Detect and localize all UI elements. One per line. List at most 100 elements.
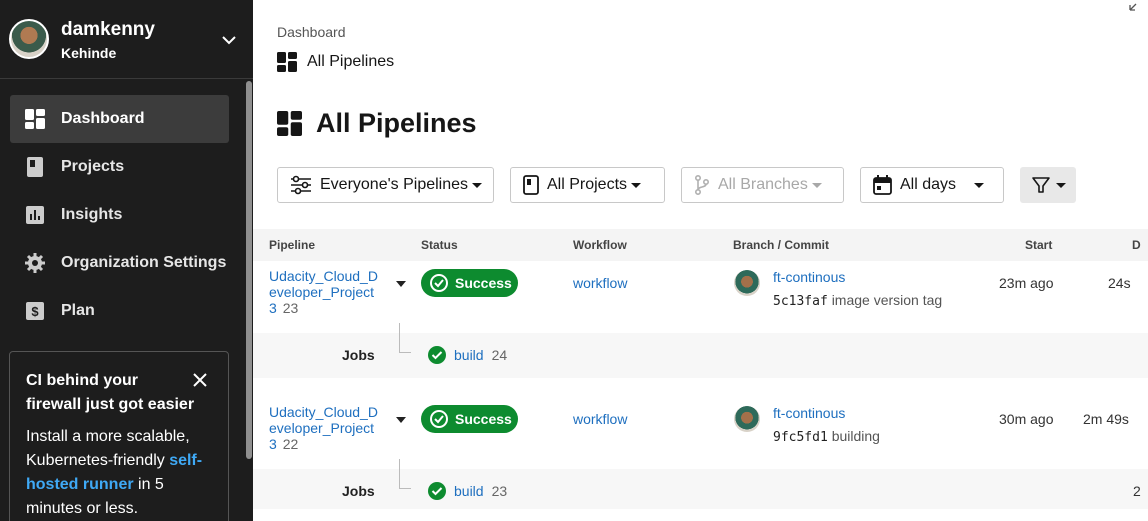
branches-filter[interactable]: All Branches — [681, 167, 844, 203]
status-badge[interactable]: Success — [421, 269, 518, 297]
firewall-promo: CI behind your firewall just got easier … — [9, 351, 229, 521]
pipeline-row-main: Udacity_Cloud_Developer_Project3 22 Succ… — [253, 397, 1148, 469]
projects-filter-label: All Projects — [547, 176, 628, 193]
pipeline-link[interactable]: Udacity_Cloud_Developer_Project3 23 — [269, 268, 379, 316]
commit-info: 9fc5fd1 building — [773, 428, 880, 445]
header-pipeline: Pipeline — [269, 238, 316, 252]
dashboard-icon — [24, 108, 46, 130]
job-item[interactable]: build 24 — [427, 345, 507, 365]
user-switcher[interactable]: damkenny Kehinde — [0, 0, 253, 79]
commit-info: 5c13faf image version tag — [773, 292, 942, 309]
sidebar-item-label: Plan — [61, 302, 95, 319]
org-name: Kehinde — [61, 45, 117, 61]
commit-message: building — [831, 428, 880, 444]
projects-icon — [523, 175, 539, 195]
sidebar-item-label: Dashboard — [61, 110, 145, 127]
header-duration: D — [1132, 238, 1141, 252]
days-filter[interactable]: All days — [860, 167, 1004, 203]
caret-down-icon — [631, 182, 642, 188]
sidebar-item-insights[interactable]: Insights — [10, 191, 229, 239]
job-number: 24 — [491, 347, 508, 363]
header-branch-commit: Branch / Commit — [733, 238, 830, 252]
caret-down-icon — [1055, 182, 1066, 188]
close-icon[interactable] — [192, 372, 208, 388]
chevron-down-icon[interactable] — [219, 30, 239, 50]
breadcrumb-root[interactable]: Dashboard — [277, 24, 346, 40]
header-workflow: Workflow — [573, 238, 627, 252]
status-badge[interactable]: Success — [421, 405, 518, 433]
check-circle-icon — [430, 410, 448, 428]
header-start: Start — [1025, 238, 1053, 252]
promo-text: Install a more scalable, Kubernetes-frie… — [26, 428, 190, 469]
workflow-link[interactable]: workflow — [573, 275, 627, 291]
pipeline-number: 22 — [282, 436, 299, 452]
caret-down-icon — [472, 182, 483, 188]
header-status: Status — [421, 238, 458, 252]
jobs-row: Jobs build 23 2 — [253, 459, 1148, 509]
sidebar: damkenny Kehinde Dashboard Projects Insi… — [0, 0, 253, 521]
duration: 2m 49s — [1083, 411, 1129, 427]
commit-message: image version tag — [831, 292, 943, 308]
branches-filter-label: All Branches — [718, 176, 808, 193]
duration: 24s — [1108, 275, 1131, 291]
tree-connector — [399, 459, 411, 489]
advanced-filter-button[interactable] — [1020, 167, 1076, 203]
main-content: Dashboard All Pipelines All Pipelines Ev… — [253, 0, 1148, 521]
projects-icon — [24, 156, 46, 178]
start-time: 23m ago — [999, 275, 1054, 291]
sidebar-item-label: Insights — [61, 206, 123, 223]
pipelines-table-header: Pipeline Status Workflow Branch / Commit… — [253, 229, 1148, 261]
promo-body: Install a more scalable, Kubernetes-frie… — [26, 425, 212, 521]
projects-filter[interactable]: All Projects — [510, 167, 665, 203]
scroll-thumb[interactable] — [246, 81, 252, 459]
sidebar-nav: Dashboard Projects Insights Organization… — [10, 95, 229, 335]
tree-connector — [399, 323, 411, 353]
jobs-label: Jobs — [342, 483, 375, 499]
pipeline-link[interactable]: Udacity_Cloud_Developer_Project3 22 — [269, 404, 379, 452]
avatar — [9, 19, 49, 59]
funnel-icon — [1031, 177, 1050, 193]
expand-caret-icon[interactable] — [396, 281, 406, 287]
job-name[interactable]: build — [454, 483, 484, 499]
start-time: 30m ago — [999, 411, 1054, 427]
sidebar-scrollbar[interactable] — [245, 79, 253, 521]
sidebar-item-label: Organization Settings — [61, 254, 227, 271]
sidebar-item-label: Projects — [61, 158, 125, 175]
pipelines-filter[interactable]: Everyone's Pipelines — [277, 167, 494, 203]
commit-sha[interactable]: 9fc5fd1 — [773, 430, 828, 445]
commit-sha[interactable]: 5c13faf — [773, 294, 828, 309]
job-duration: 2 — [1133, 483, 1141, 499]
page-title-label: All Pipelines — [316, 108, 477, 138]
sidebar-item-projects[interactable]: Projects — [10, 143, 229, 191]
dashboard-icon — [277, 52, 297, 72]
breadcrumb-current: All Pipelines — [277, 52, 394, 72]
check-circle-icon — [430, 274, 448, 292]
pipeline-row-main: Udacity_Cloud_Developer_Project3 23 Succ… — [253, 261, 1148, 333]
expand-caret-icon[interactable] — [396, 417, 406, 423]
check-circle-icon — [428, 346, 446, 364]
caret-down-icon — [974, 182, 985, 188]
sidebar-item-dashboard[interactable]: Dashboard — [10, 95, 229, 143]
sidebar-item-organization-settings[interactable]: Organization Settings — [10, 239, 229, 287]
expand-icon[interactable] — [1128, 0, 1144, 12]
user-name: damkenny — [61, 19, 155, 40]
committer-avatar — [734, 406, 760, 432]
calendar-icon — [873, 175, 892, 195]
branch-link[interactable]: ft-continous — [773, 405, 845, 421]
caret-down-icon — [811, 182, 822, 188]
job-item[interactable]: build 23 — [427, 481, 507, 501]
insights-icon — [24, 204, 46, 226]
workflow-link[interactable]: workflow — [573, 411, 627, 427]
check-circle-icon — [428, 482, 446, 500]
dollar-icon: $ — [24, 300, 46, 322]
sliders-icon — [291, 175, 311, 195]
gear-icon — [24, 252, 46, 274]
sidebar-item-plan[interactable]: $ Plan — [10, 287, 229, 335]
branch-link[interactable]: ft-continous — [773, 269, 845, 285]
pipeline-number: 23 — [282, 300, 299, 316]
job-name[interactable]: build — [454, 347, 484, 363]
branch-icon — [695, 175, 710, 195]
page-title: All Pipelines — [277, 108, 477, 139]
status-label: Success — [455, 275, 512, 291]
breadcrumb-current-label: All Pipelines — [307, 53, 395, 70]
